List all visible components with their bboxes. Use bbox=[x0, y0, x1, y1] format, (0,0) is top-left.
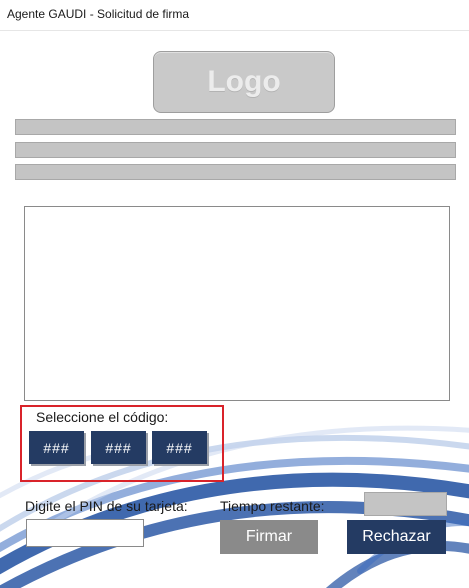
time-remaining-value bbox=[364, 492, 447, 516]
time-remaining-label: Tiempo restante: bbox=[220, 498, 325, 514]
info-bar-2 bbox=[15, 142, 456, 158]
code-option-button-2[interactable]: ### bbox=[91, 431, 146, 464]
code-selection-label: Seleccione el código: bbox=[34, 409, 171, 425]
signature-dialog: Logo Seleccione el código: ### ### ### D… bbox=[0, 31, 469, 588]
code-option-button-3[interactable]: ### bbox=[152, 431, 207, 464]
logo-placeholder: Logo bbox=[153, 51, 335, 113]
info-bar-3 bbox=[15, 164, 456, 180]
code-option-button-1[interactable]: ### bbox=[29, 431, 84, 464]
sign-button[interactable]: Firmar bbox=[220, 520, 318, 554]
document-content-area bbox=[24, 206, 450, 401]
info-bar-1 bbox=[15, 119, 456, 135]
window-titlebar: Agente GAUDI - Solicitud de firma bbox=[0, 0, 469, 31]
code-selection-group: Seleccione el código: ### ### ### bbox=[20, 405, 224, 482]
pin-label: Digite el PIN de su tarjeta: bbox=[25, 498, 188, 514]
window-title: Agente GAUDI - Solicitud de firma bbox=[7, 7, 190, 21]
pin-input[interactable] bbox=[26, 519, 144, 547]
reject-button[interactable]: Rechazar bbox=[347, 520, 446, 554]
